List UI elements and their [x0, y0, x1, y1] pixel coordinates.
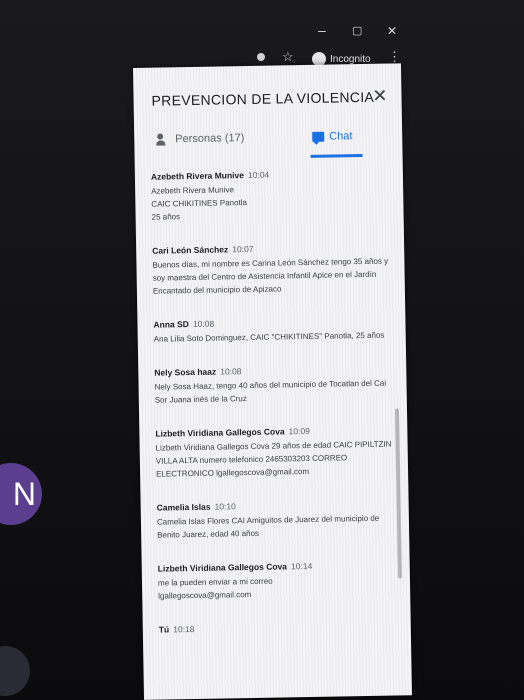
browser-window-controls: – ▢ ✕: [230, 18, 430, 48]
people-icon: [156, 133, 170, 145]
panel-title: PREVENCION DE LA VIOLENCIA: [151, 88, 375, 109]
chat-message: Tú 10:18: [159, 621, 395, 635]
chat-panel: PREVENCION DE LA VIOLENCIA ✕ Personas (1…: [133, 63, 412, 700]
chat-message: Camelia Islas 10:10 Camelia Islas Flores …: [157, 499, 394, 542]
chat-message: Azebeth Rivera Munive 10:04 Azebeth River…: [151, 168, 388, 224]
message-text: Ana Lilia Soto Dominguez, CAIC "CHIKITIN…: [153, 330, 385, 344]
chat-icon: [312, 131, 325, 142]
chat-message: Lizbeth Viridiana Gallegos Cova 10:09 Liz…: [155, 425, 392, 481]
tab-chat[interactable]: Chat: [312, 130, 353, 143]
message-text: Azebeth Rivera Munive CAIC CHIKITINES Pa…: [151, 185, 248, 222]
message-time: 10:08: [192, 318, 215, 329]
message-text: [159, 634, 395, 638]
chat-message: Lizbeth Viridiana Gallegos Cova 10:14 me …: [158, 560, 395, 603]
message-text: me la pueden enviar a mi correo lgallego…: [157, 576, 273, 601]
message-sender: Cari León Sánchez: [152, 244, 229, 256]
close-icon[interactable]: ✕: [372, 86, 387, 107]
message-time: 10:09: [288, 425, 310, 437]
minimize-icon[interactable]: –: [318, 22, 326, 38]
message-sender: Nely Sosa haaz: [154, 366, 217, 378]
message-time: 10:18: [173, 624, 195, 635]
tab-people-label: Personas (17): [175, 132, 245, 146]
avatar-letter: N: [12, 476, 36, 512]
message-time: 10:04: [247, 169, 270, 181]
tab-chat-label: Chat: [329, 130, 353, 143]
message-time: 10:07: [232, 243, 254, 255]
message-sender: Camelia Islas: [156, 501, 211, 513]
message-text: Buenos días, mi nombre es Carina León Sá…: [152, 256, 389, 296]
active-tab-indicator: [310, 154, 363, 158]
bookmark-star-icon[interactable]: ☆: [282, 49, 294, 65]
message-time: 10:08: [220, 366, 242, 377]
window-close-icon[interactable]: ✕: [387, 24, 397, 38]
message-sender: Lizbeth Viridiana Gallegos Cova: [157, 561, 288, 574]
message-list: Azebeth Rivera Munive 10:04 Azebeth River…: [151, 168, 395, 657]
chat-message: Nely Sosa haaz 10:08 Nely Sosa Haaz, teng…: [154, 364, 391, 407]
profile-label: Incognito: [330, 53, 371, 65]
tab-people[interactable]: Personas (17): [156, 132, 244, 146]
chat-message: Anna SD 10:08 Ana Lilia Soto Dominguez, C…: [153, 316, 389, 346]
message-time: 10:14: [290, 560, 313, 572]
message-text: Camelia Islas Flores CAI Amiguitos de Ju…: [156, 513, 380, 540]
chat-scrollbar[interactable]: [394, 408, 402, 579]
message-text: Nely Sosa Haaz, tengo 40 años del munici…: [154, 378, 387, 405]
message-sender: Azebeth Rivera Munive: [150, 170, 245, 182]
message-text: Lizbeth Viridiana Gallegos Cova 29 años …: [155, 439, 392, 479]
message-sender: Anna SD: [153, 319, 189, 330]
restore-icon[interactable]: ▢: [352, 24, 362, 37]
panel-tabs: Personas (17) Chat: [134, 123, 403, 162]
message-sender: Tú: [158, 624, 170, 635]
chat-message: Cari León Sánchez 10:07 Buenos días, mi n…: [152, 242, 389, 298]
message-time: 10:10: [214, 501, 236, 512]
message-sender: Lizbeth Viridiana Gallegos Cova: [155, 426, 285, 439]
extension-icon[interactable]: [257, 53, 265, 61]
